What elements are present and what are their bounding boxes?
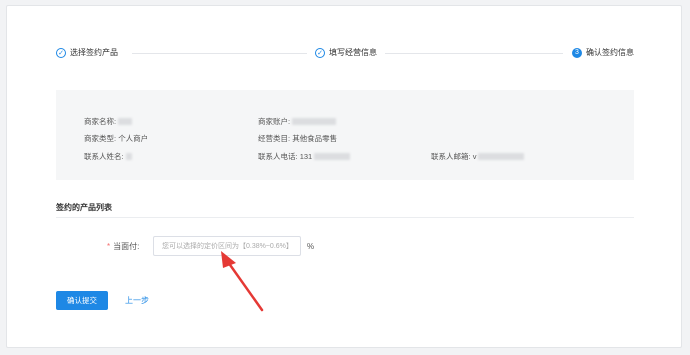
merchant-info-panel: 商家名称: 商家账户: 商家类型: 个人商户 经营类目: 其他食品零售 联系人姓…	[56, 90, 634, 180]
step-label: 填写经营信息	[329, 48, 377, 57]
contact-email: 联系人邮箱: v	[431, 151, 525, 162]
step-select-product: ✓ 选择签约产品	[56, 47, 118, 58]
step-confirm-info: 3 确认签约信息	[572, 47, 634, 58]
back-link[interactable]: 上一步	[125, 295, 149, 306]
submit-button[interactable]: 确认提交	[56, 291, 108, 310]
contact-name: 联系人姓名:	[84, 151, 132, 162]
redacted-value	[125, 153, 132, 160]
merchant-name: 商家名称:	[84, 116, 133, 127]
rate-input[interactable]: 您可以选择的定价区间为【0.38%~0.6%】	[153, 236, 301, 256]
step-number-badge: 3	[572, 47, 582, 58]
merchant-type: 商家类型: 个人商户	[84, 134, 149, 143]
business-category: 经营类目: 其他食品零售	[258, 134, 338, 143]
section-divider	[56, 217, 634, 218]
step-connector	[385, 53, 563, 54]
redacted-value	[292, 118, 337, 125]
redacted-value	[478, 153, 525, 160]
step-connector	[132, 53, 307, 54]
step-label: 确认签约信息	[586, 48, 634, 57]
redacted-value	[314, 153, 351, 160]
contact-phone: 联系人电话: 131	[258, 151, 351, 162]
step-label: 选择签约产品	[70, 48, 118, 57]
check-icon: ✓	[315, 47, 325, 58]
signing-card: ✓ 选择签约产品 ✓ 填写经营信息 3 确认签约信息 商家名称: 商家账户: 商…	[6, 5, 682, 348]
rate-field-label: * 当面付:	[107, 242, 140, 251]
redacted-value	[118, 118, 133, 125]
step-business-info: ✓ 填写经营信息	[315, 47, 377, 58]
merchant-account: 商家账户:	[258, 116, 337, 127]
section-title: 签约的产品列表	[56, 203, 112, 212]
check-icon: ✓	[56, 47, 66, 58]
required-mark: *	[107, 242, 111, 251]
rate-unit: %	[307, 242, 315, 251]
